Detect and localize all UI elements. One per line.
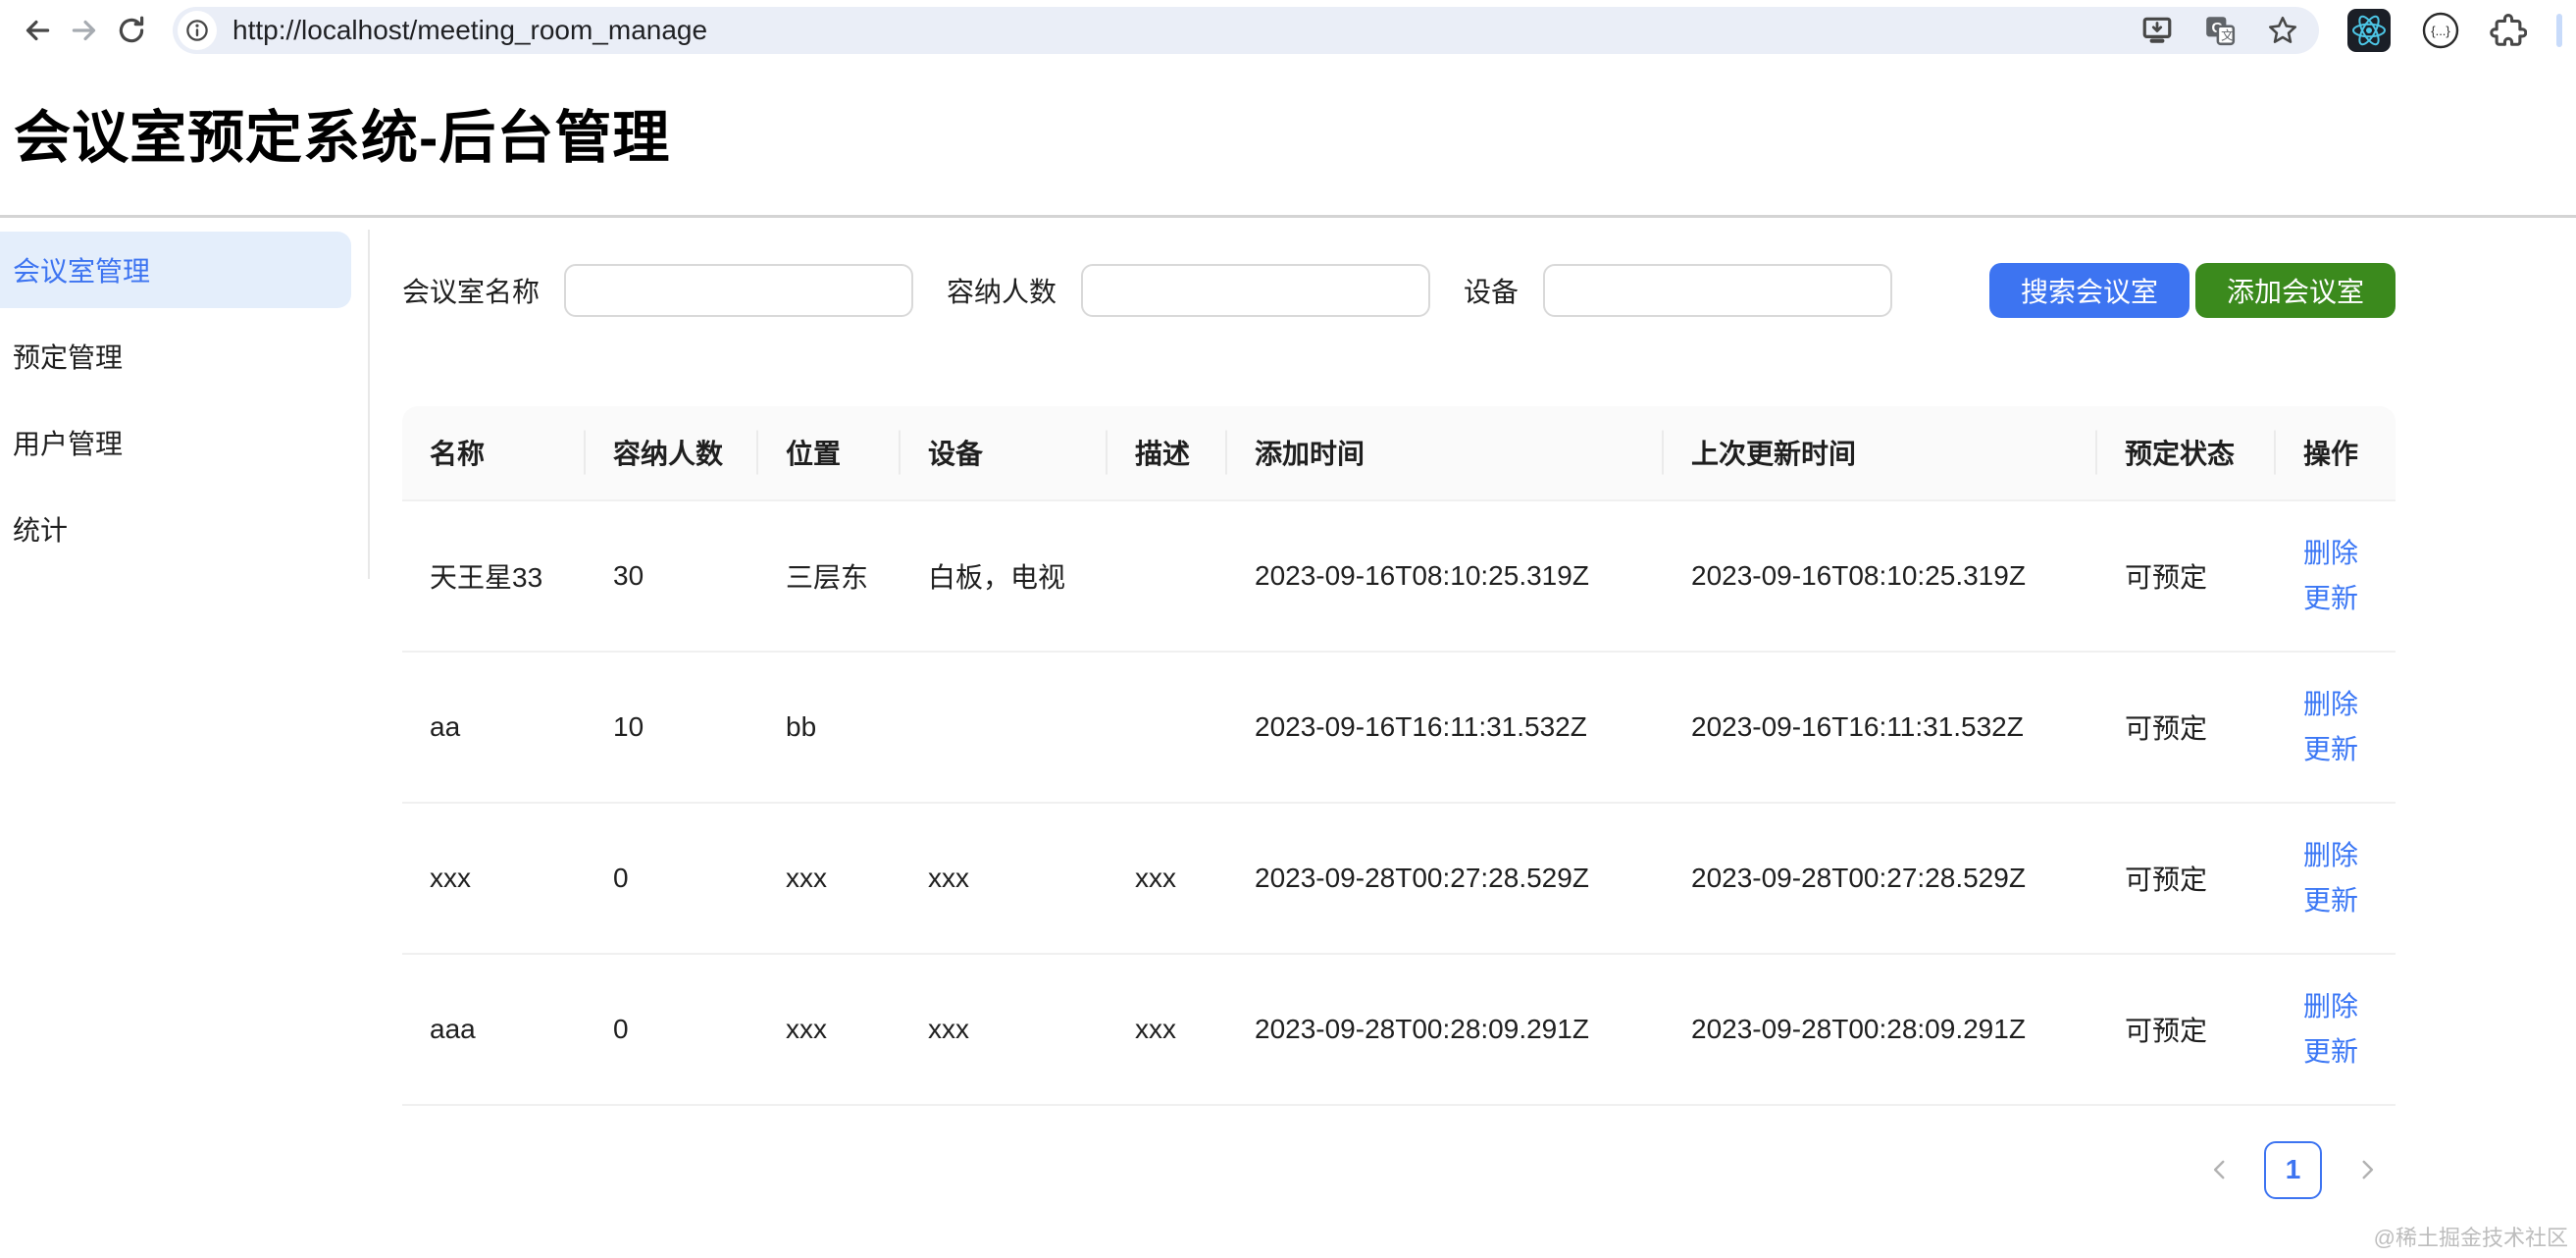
cell-description: xxx bbox=[1108, 955, 1227, 1106]
table-row: aaa0xxxxxxxxx2023-09-28T00:28:09.291Z202… bbox=[402, 955, 2396, 1106]
cell-equipment bbox=[901, 653, 1108, 804]
cell-description bbox=[1108, 501, 1227, 653]
cell-location: xxx bbox=[758, 804, 901, 955]
extensions-puzzle-icon[interactable] bbox=[2490, 12, 2527, 49]
page-title: 会议室预定系统-后台管理 bbox=[14, 106, 2576, 172]
cell-created-at: 2023-09-28T00:27:28.529Z bbox=[1227, 804, 1664, 955]
page-1-button[interactable]: 1 bbox=[2264, 1141, 2322, 1199]
column-header-capacity: 容纳人数 bbox=[586, 406, 758, 501]
update-link[interactable]: 更新 bbox=[2303, 878, 2368, 923]
cell-status: 可预定 bbox=[2097, 804, 2276, 955]
cell-name: aaa bbox=[402, 955, 586, 1106]
delete-link[interactable]: 删除 bbox=[2303, 531, 2368, 576]
field-room-name: 会议室名称 bbox=[402, 264, 913, 317]
translate-icon[interactable]: G文 bbox=[2203, 14, 2237, 47]
cell-actions: 删除更新 bbox=[2276, 955, 2396, 1106]
table-row: 天王星3330三层东白板，电视 2023-09-16T08:10:25.319Z2… bbox=[402, 501, 2396, 653]
cell-capacity: 10 bbox=[586, 653, 758, 804]
cell-name: aa bbox=[402, 653, 586, 804]
next-page-icon[interactable] bbox=[2338, 1141, 2396, 1199]
sidebar-item-2[interactable]: 预定管理 bbox=[0, 318, 351, 394]
cell-name: 天王星33 bbox=[402, 501, 586, 653]
svg-text:{...}: {...} bbox=[2431, 24, 2450, 38]
cell-capacity: 0 bbox=[586, 955, 758, 1106]
cell-capacity: 30 bbox=[586, 501, 758, 653]
cell-equipment: xxx bbox=[901, 955, 1108, 1106]
cell-status: 可预定 bbox=[2097, 501, 2276, 653]
rooms-table: 名称容纳人数位置设备描述添加时间上次更新时间预定状态操作 天王星3330三层东白… bbox=[402, 406, 2396, 1106]
cell-capacity: 0 bbox=[586, 804, 758, 955]
table-row: aa10bb 2023-09-16T16:11:31.532Z2023-09-16… bbox=[402, 653, 2396, 804]
cell-actions: 删除更新 bbox=[2276, 501, 2396, 653]
sidebar: 会议室管理预定管理用户管理统计 bbox=[0, 218, 373, 577]
cell-equipment: 白板，电视 bbox=[901, 501, 1108, 653]
table-header-row: 名称容纳人数位置设备描述添加时间上次更新时间预定状态操作 bbox=[402, 406, 2396, 501]
cell-name: xxx bbox=[402, 804, 586, 955]
pagination: 1 bbox=[402, 1141, 2396, 1199]
cell-actions: 删除更新 bbox=[2276, 653, 2396, 804]
reload-icon[interactable] bbox=[108, 7, 155, 54]
json-viewer-icon[interactable]: {...} bbox=[2421, 11, 2460, 50]
install-app-icon[interactable] bbox=[2140, 14, 2174, 47]
cell-location: bb bbox=[758, 653, 901, 804]
site-info-icon[interactable] bbox=[178, 11, 217, 50]
column-header-created-at: 添加时间 bbox=[1227, 406, 1664, 501]
column-header-name: 名称 bbox=[402, 406, 586, 501]
add-room-button[interactable]: 添加会议室 bbox=[2195, 263, 2396, 318]
column-header-equipment: 设备 bbox=[901, 406, 1108, 501]
cell-actions: 删除更新 bbox=[2276, 804, 2396, 955]
update-link[interactable]: 更新 bbox=[2303, 1029, 2368, 1075]
sidebar-item-1[interactable]: 会议室管理 bbox=[0, 232, 351, 308]
cell-location: xxx bbox=[758, 955, 901, 1106]
svg-text:文: 文 bbox=[2221, 28, 2234, 43]
capacity-label: 容纳人数 bbox=[947, 271, 1056, 310]
update-link[interactable]: 更新 bbox=[2303, 727, 2368, 772]
column-header-status: 预定状态 bbox=[2097, 406, 2276, 501]
sidebar-item-3[interactable]: 用户管理 bbox=[0, 404, 351, 481]
room-name-input[interactable] bbox=[564, 264, 913, 317]
prev-page-icon[interactable] bbox=[2190, 1141, 2248, 1199]
cell-equipment: xxx bbox=[901, 804, 1108, 955]
address-bar[interactable]: http://localhost/meeting_room_manage G文 bbox=[173, 7, 2319, 54]
url-text[interactable]: http://localhost/meeting_room_manage bbox=[232, 15, 2140, 46]
cell-location: 三层东 bbox=[758, 501, 901, 653]
cell-status: 可预定 bbox=[2097, 955, 2276, 1106]
equipment-input[interactable] bbox=[1543, 264, 1892, 317]
search-form: 会议室名称 容纳人数 设备 搜索会议室 添加会议室 bbox=[402, 263, 2396, 318]
profile-edge-bar bbox=[2556, 14, 2562, 47]
equipment-label: 设备 bbox=[1464, 271, 1519, 310]
cell-description: xxx bbox=[1108, 804, 1227, 955]
field-equipment: 设备 bbox=[1464, 264, 1892, 317]
react-devtools-icon[interactable] bbox=[2346, 8, 2392, 53]
room-name-label: 会议室名称 bbox=[402, 271, 540, 310]
main-content: 会议室名称 容纳人数 设备 搜索会议室 添加会议室 bbox=[373, 218, 2576, 1199]
sidebar-item-4[interactable]: 统计 bbox=[0, 491, 351, 567]
cell-created-at: 2023-09-16T08:10:25.319Z bbox=[1227, 501, 1664, 653]
table-row: xxx0xxxxxxxxx2023-09-28T00:27:28.529Z202… bbox=[402, 804, 2396, 955]
cell-created-at: 2023-09-16T16:11:31.532Z bbox=[1227, 653, 1664, 804]
field-capacity: 容纳人数 bbox=[947, 264, 1430, 317]
bookmark-star-icon[interactable] bbox=[2266, 14, 2299, 47]
cell-updated-at: 2023-09-16T16:11:31.532Z bbox=[1664, 653, 2097, 804]
cell-updated-at: 2023-09-28T00:27:28.529Z bbox=[1664, 804, 2097, 955]
update-link[interactable]: 更新 bbox=[2303, 576, 2368, 621]
cell-updated-at: 2023-09-28T00:28:09.291Z bbox=[1664, 955, 2097, 1106]
forward-icon[interactable] bbox=[61, 7, 108, 54]
delete-link[interactable]: 删除 bbox=[2303, 833, 2368, 878]
cell-status: 可预定 bbox=[2097, 653, 2276, 804]
column-header-description: 描述 bbox=[1108, 406, 1227, 501]
search-room-button[interactable]: 搜索会议室 bbox=[1989, 263, 2190, 318]
browser-toolbar: http://localhost/meeting_room_manage G文 … bbox=[0, 0, 2576, 61]
capacity-input[interactable] bbox=[1081, 264, 1430, 317]
cell-description bbox=[1108, 653, 1227, 804]
cell-created-at: 2023-09-28T00:28:09.291Z bbox=[1227, 955, 1664, 1106]
cell-updated-at: 2023-09-16T08:10:25.319Z bbox=[1664, 501, 2097, 653]
column-header-updated-at: 上次更新时间 bbox=[1664, 406, 2097, 501]
column-header-location: 位置 bbox=[758, 406, 901, 501]
watermark: @稀土掘金技术社区 bbox=[2374, 1221, 2568, 1252]
delete-link[interactable]: 删除 bbox=[2303, 682, 2368, 727]
delete-link[interactable]: 删除 bbox=[2303, 984, 2368, 1029]
column-header-actions: 操作 bbox=[2276, 406, 2396, 501]
back-icon[interactable] bbox=[14, 7, 61, 54]
